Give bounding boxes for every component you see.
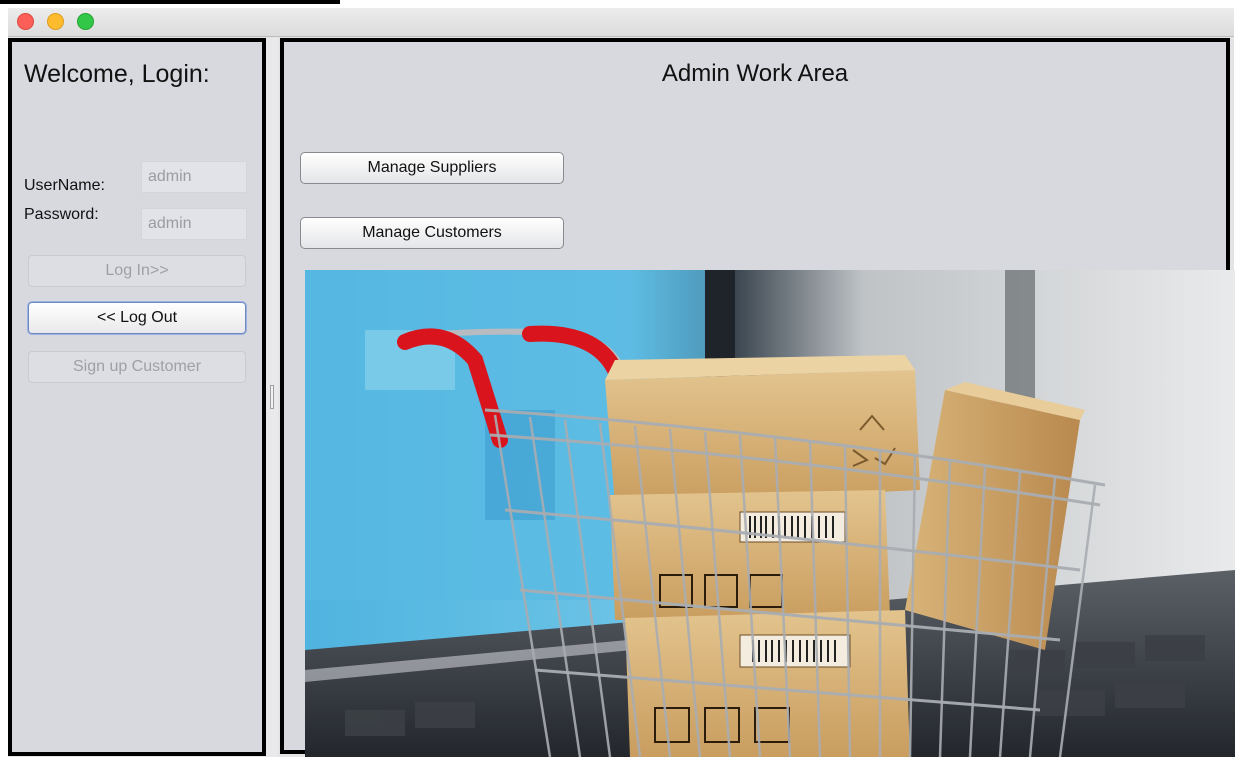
- split-pane-divider[interactable]: [266, 38, 278, 757]
- cart-illustration: [305, 270, 1235, 757]
- logout-button[interactable]: << Log Out: [28, 302, 246, 334]
- password-field[interactable]: admin: [141, 208, 247, 240]
- maximize-window-button[interactable]: [77, 13, 94, 30]
- minimize-window-button[interactable]: [47, 13, 64, 30]
- password-label: Password:: [24, 206, 99, 223]
- username-label: UserName:: [24, 177, 105, 194]
- username-field[interactable]: admin: [141, 161, 247, 193]
- box-top: [605, 355, 920, 505]
- login-panel: Welcome, Login: UserName: admin Password…: [8, 38, 266, 756]
- manage-customers-button[interactable]: Manage Customers: [300, 217, 564, 249]
- window-titlebar[interactable]: [8, 8, 1234, 37]
- manage-suppliers-button[interactable]: Manage Suppliers: [300, 152, 564, 184]
- top-edge-line: [0, 0, 340, 4]
- login-button[interactable]: Log In>>: [28, 255, 246, 287]
- close-window-button[interactable]: [17, 13, 34, 30]
- welcome-heading: Welcome, Login:: [24, 60, 210, 88]
- shopping-cart-image: [305, 270, 1235, 757]
- work-area-title: Admin Work Area: [661, 60, 849, 87]
- divider-grip-icon[interactable]: [270, 385, 274, 409]
- signup-customer-button[interactable]: Sign up Customer: [28, 351, 246, 383]
